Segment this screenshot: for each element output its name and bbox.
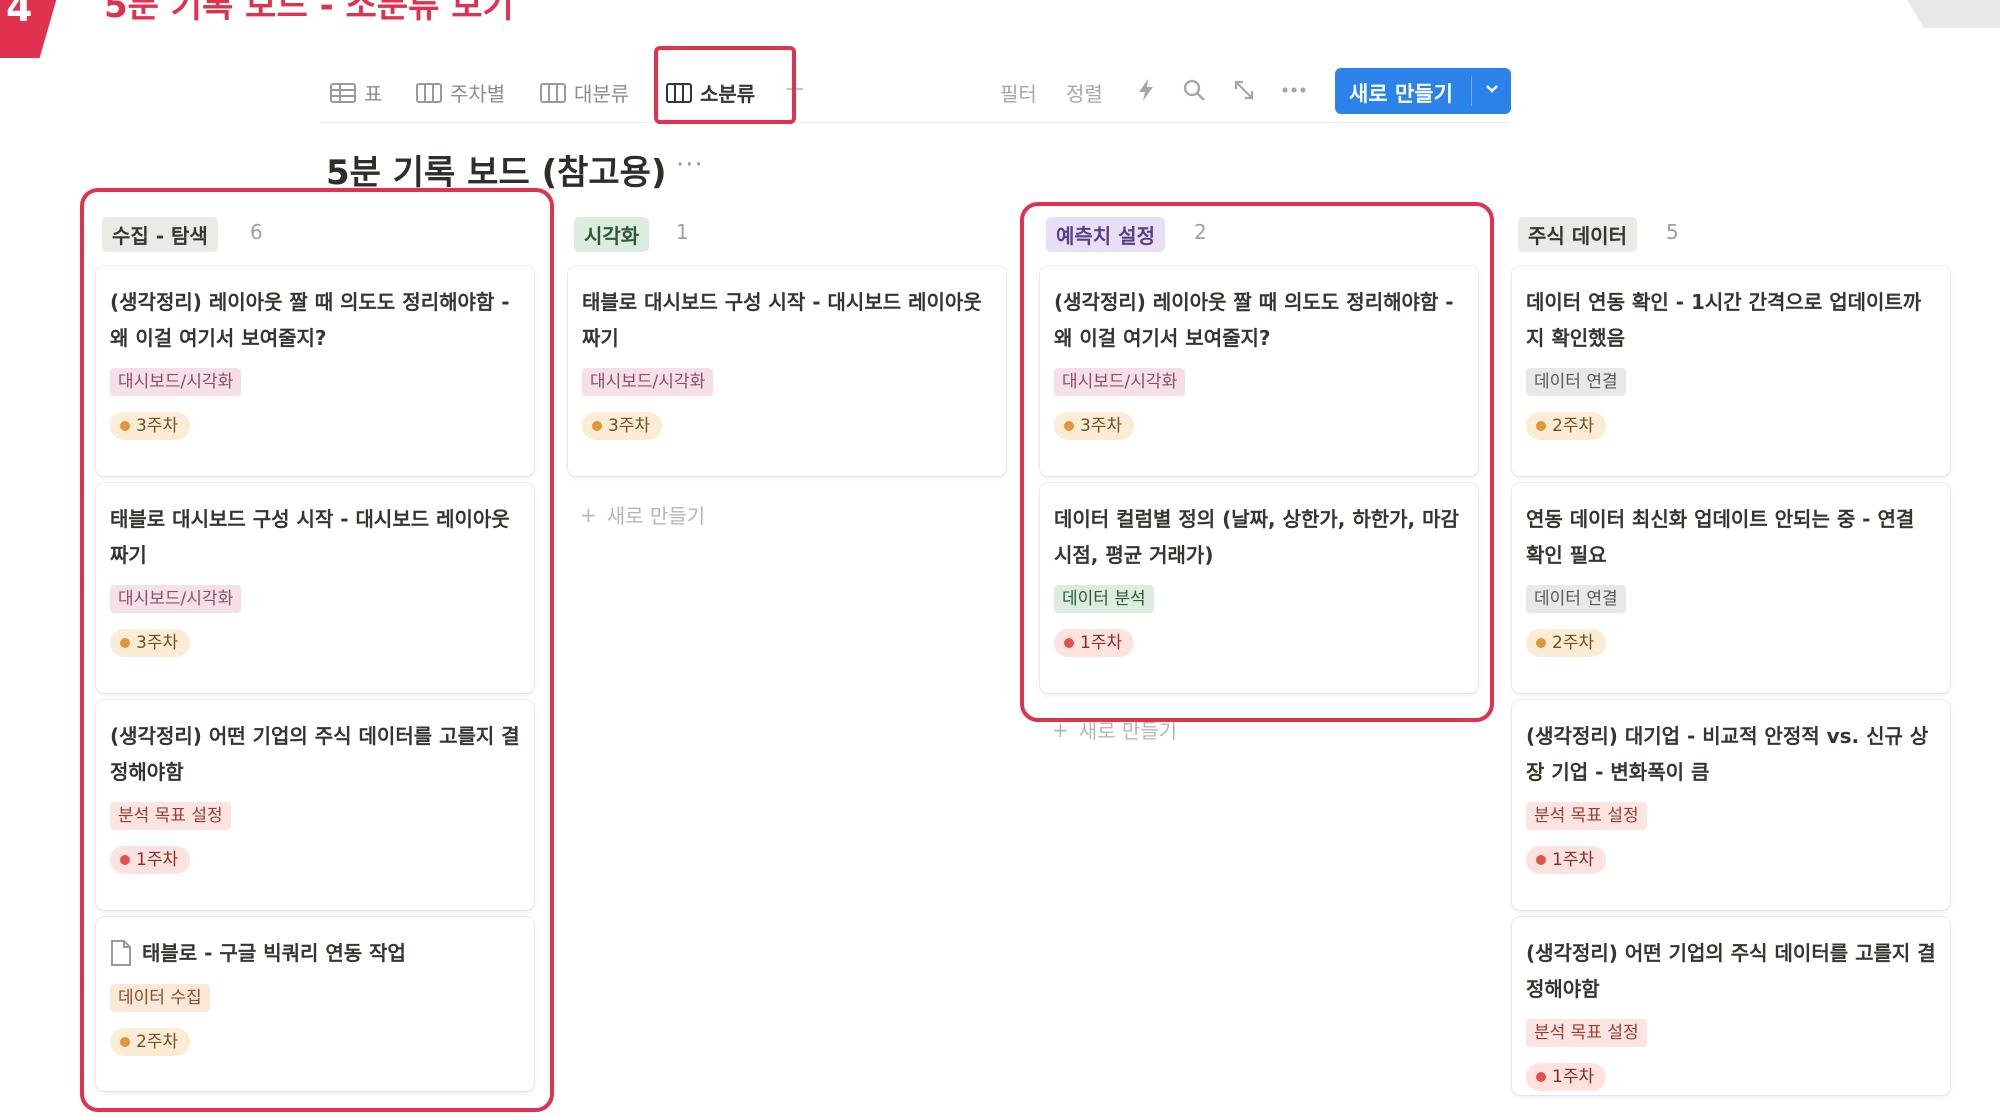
board-card[interactable]: (생각정리) 어떤 기업의 주식 데이터를 고를지 결정해야함 분석 목표 설정… [1512,917,1950,1095]
table-icon [330,82,356,103]
category-tag: 분석 목표 설정 [1526,1019,1647,1047]
slide-title: 5분 기록 보드 - 소분류 보기 [104,0,514,26]
category-tag: 데이터 연결 [1526,585,1626,613]
board-card[interactable]: 데이터 연동 확인 - 1시간 간격으로 업데이트까지 확인했음 데이터 연결 … [1512,266,1950,476]
column-count: 5 [1666,220,1679,244]
search-icon[interactable] [1180,76,1208,104]
plus-icon: + [580,502,597,527]
card-title: (생각정리) 어떤 기업의 주식 데이터를 고를지 결정해야함 [1526,941,1936,1001]
week-label: 2주차 [1552,416,1595,436]
highlight-box-column-forecast [1020,202,1494,722]
more-icon[interactable] [1280,76,1308,104]
column-header: 주식 데이터 5 [1512,210,1950,254]
board-icon [416,82,442,103]
new-button-divider [1471,76,1472,106]
board-icon [540,82,566,103]
new-button-label: 새로 만들기 [1349,82,1453,106]
tab-table[interactable]: 표 [330,78,382,107]
expand-icon[interactable] [1230,76,1258,104]
tab-label: 주차별 [450,82,506,106]
slide-number: 4 [6,0,33,30]
add-card-label: 새로 만들기 [606,504,706,528]
filter-button[interactable]: 필터 [1000,78,1037,107]
week-label: 1주차 [1552,1067,1595,1087]
status-dot [1536,1072,1546,1082]
board-card[interactable]: (생각정리) 대기업 - 비교적 안정적 vs. 신규 상장 기업 - 변화폭이… [1512,700,1950,910]
slide-corner-shape [1890,0,2000,28]
category-tag: 데이터 연결 [1526,368,1626,396]
highlight-box-column-collect [80,188,554,1112]
board-card[interactable]: 태블로 대시보드 구성 시작 - 대시보드 레이아웃 짜기 대시보드/시각화 3… [568,266,1006,476]
card-title: 데이터 연동 확인 - 1시간 간격으로 업데이트까지 확인했음 [1526,290,1922,350]
week-badge: 3주차 [582,412,663,440]
week-label: 3주차 [608,416,651,436]
status-dot [1536,855,1546,865]
board-column: 주식 데이터 5 데이터 연동 확인 - 1시간 간격으로 업데이트까지 확인했… [1512,210,1950,1095]
week-badge: 1주차 [1526,846,1607,874]
week-label: 1주차 [1552,850,1595,870]
card-title: 연동 데이터 최신화 업데이트 안되는 중 - 연결 확인 필요 [1526,507,1915,567]
column-count: 1 [676,220,689,244]
card-title: 태블로 대시보드 구성 시작 - 대시보드 레이아웃 짜기 [582,290,982,350]
week-badge: 2주차 [1526,412,1607,440]
column-chip: 시각화 [574,217,650,252]
week-label: 2주차 [1552,633,1595,653]
status-dot [1536,638,1546,648]
column-header: 시각화 1 [568,210,1006,254]
board-card[interactable]: 연동 데이터 최신화 업데이트 안되는 중 - 연결 확인 필요 데이터 연결 … [1512,483,1950,693]
tab-weekly[interactable]: 주차별 [416,78,505,107]
new-button[interactable]: 새로 만들기 [1335,68,1511,114]
column-chip: 주식 데이터 [1518,217,1637,252]
sort-button[interactable]: 정렬 [1066,78,1103,107]
status-dot [1536,421,1546,431]
week-badge: 2주차 [1526,629,1607,657]
board-column: 시각화 1 태블로 대시보드 구성 시작 - 대시보드 레이아웃 짜기 대시보드… [568,210,1006,528]
board-title: 5분 기록 보드 (참고용) [326,153,667,193]
week-badge: 1주차 [1526,1063,1607,1091]
chevron-down-icon[interactable] [1483,78,1501,105]
category-tag: 대시보드/시각화 [582,368,714,396]
add-card-button[interactable]: + 새로 만들기 [580,500,705,529]
automation-icon[interactable] [1132,76,1160,104]
tab-label: 표 [364,82,383,106]
card-title: (생각정리) 대기업 - 비교적 안정적 vs. 신규 상장 기업 - 변화폭이… [1526,724,1929,784]
tab-major-category[interactable]: 대분류 [540,78,629,107]
status-dot [592,421,602,431]
category-tag: 분석 목표 설정 [1526,802,1647,830]
view-toolbar: 표 주차별 대분류 소분류 + 필터 정렬 새로 만들기 [320,60,1511,123]
highlight-box-tab [654,46,796,124]
title-more-icon[interactable]: ··· [676,150,704,180]
tab-label: 대분류 [574,82,630,106]
